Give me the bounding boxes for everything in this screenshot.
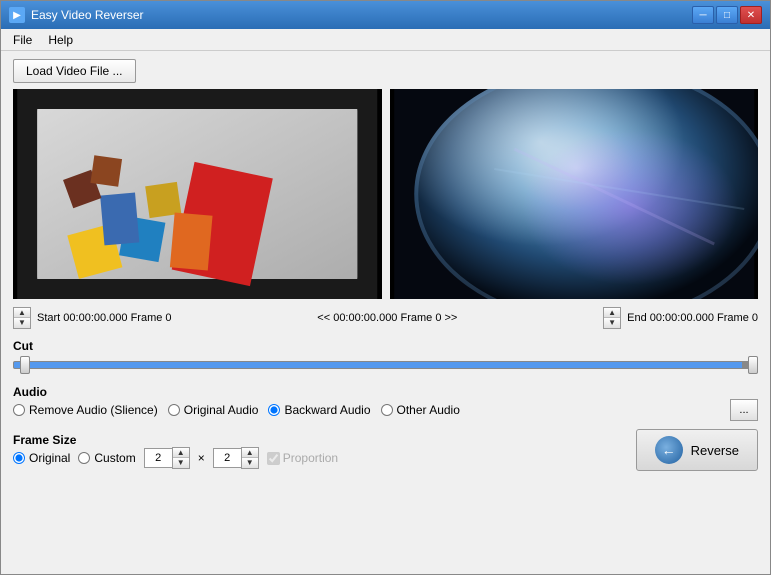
audio-original-option[interactable]: Original Audio	[168, 403, 259, 417]
start-label: Start 00:00:00.000 Frame 0	[37, 312, 172, 324]
reverse-label: Reverse	[691, 443, 739, 458]
height-spinner: ▲ ▼	[213, 447, 259, 469]
audio-section: Audio Remove Audio (Slience) Original Au…	[13, 383, 758, 421]
width-spin-down[interactable]: ▼	[173, 458, 189, 468]
frame-custom-option[interactable]: Custom	[78, 451, 135, 465]
output-video-panel	[390, 89, 759, 299]
output-video-canvas	[390, 89, 759, 299]
height-input[interactable]	[213, 448, 241, 468]
start-spin-up[interactable]: ▲	[14, 308, 30, 318]
proportion-checkbox[interactable]	[267, 452, 280, 465]
bottom-row: Frame Size Original Custom ▲	[13, 429, 758, 471]
slider-thumb-right[interactable]	[748, 356, 758, 374]
mid-label: << 00:00:00.000 Frame 0 >>	[178, 312, 598, 324]
end-spin-up[interactable]: ▲	[604, 308, 620, 318]
frame-size-label: Frame Size	[13, 433, 338, 447]
start-frame-spinner[interactable]: ▲ ▼	[13, 307, 31, 329]
start-spin-down[interactable]: ▼	[14, 318, 30, 328]
cut-label: Cut	[13, 339, 758, 353]
menu-file[interactable]: File	[5, 31, 40, 49]
cut-section: Cut	[13, 337, 758, 377]
audio-original-label: Original Audio	[184, 403, 259, 417]
audio-label: Audio	[13, 385, 758, 399]
load-video-button[interactable]: Load Video File ...	[13, 59, 136, 83]
audio-backward-radio[interactable]	[268, 404, 280, 416]
size-separator: ×	[198, 451, 205, 465]
width-spin-up[interactable]: ▲	[173, 448, 189, 458]
proportion-label: Proportion	[283, 451, 338, 465]
audio-remove-option[interactable]: Remove Audio (Slience)	[13, 403, 158, 417]
end-frame-spinner[interactable]: ▲ ▼	[603, 307, 621, 329]
audio-backward-option[interactable]: Backward Audio	[268, 403, 370, 417]
audio-other-option[interactable]: Other Audio	[381, 403, 460, 417]
frame-size-section: Frame Size Original Custom ▲	[13, 431, 338, 469]
width-spinner-btns: ▲ ▼	[172, 447, 190, 469]
slider-track	[13, 361, 758, 369]
frame-original-option[interactable]: Original	[13, 451, 70, 465]
video-panels	[13, 89, 758, 299]
menu-bar: File Help	[1, 29, 770, 51]
close-button[interactable]: ✕	[740, 6, 762, 24]
height-spinner-btns: ▲ ▼	[241, 447, 259, 469]
width-input[interactable]	[144, 448, 172, 468]
audio-remove-radio[interactable]	[13, 404, 25, 416]
height-spin-up[interactable]: ▲	[242, 448, 258, 458]
end-label: End 00:00:00.000 Frame 0	[627, 312, 758, 324]
audio-original-radio[interactable]	[168, 404, 180, 416]
frame-custom-radio[interactable]	[78, 452, 90, 464]
end-spin-down[interactable]: ▼	[604, 318, 620, 328]
main-content: Load Video File ...	[1, 51, 770, 574]
reverse-button[interactable]: ← Reverse	[636, 429, 758, 471]
proportion-option[interactable]: Proportion	[267, 451, 338, 465]
minimize-button[interactable]: ─	[692, 6, 714, 24]
audio-remove-label: Remove Audio (Slience)	[29, 403, 158, 417]
timeline-bar: ▲ ▼ Start 00:00:00.000 Frame 0 << 00:00:…	[13, 305, 758, 331]
audio-backward-label: Backward Audio	[284, 403, 370, 417]
frame-size-controls: Original Custom ▲ ▼ ×	[13, 447, 338, 469]
slider-thumb-left[interactable]	[20, 356, 30, 374]
window-title: Easy Video Reverser	[31, 8, 692, 22]
maximize-button[interactable]: □	[716, 6, 738, 24]
main-window: ▶ Easy Video Reverser ─ □ ✕ File Help Lo…	[0, 0, 771, 575]
title-bar: ▶ Easy Video Reverser ─ □ ✕	[1, 1, 770, 29]
window-controls: ─ □ ✕	[692, 6, 762, 24]
audio-browse-button[interactable]: ...	[730, 399, 758, 421]
audio-options: Remove Audio (Slience) Original Audio Ba…	[13, 399, 758, 421]
app-icon: ▶	[9, 7, 25, 23]
menu-help[interactable]: Help	[40, 31, 81, 49]
width-spinner: ▲ ▼	[144, 447, 190, 469]
reverse-icon: ←	[655, 436, 683, 464]
source-video-canvas	[13, 89, 382, 299]
source-video-panel	[13, 89, 382, 299]
height-spin-down[interactable]: ▼	[242, 458, 258, 468]
frame-original-radio[interactable]	[13, 452, 25, 464]
audio-other-radio[interactable]	[381, 404, 393, 416]
audio-other-label: Other Audio	[397, 403, 460, 417]
cut-slider[interactable]	[13, 355, 758, 375]
frame-original-label: Original	[29, 451, 70, 465]
frame-custom-label: Custom	[94, 451, 135, 465]
